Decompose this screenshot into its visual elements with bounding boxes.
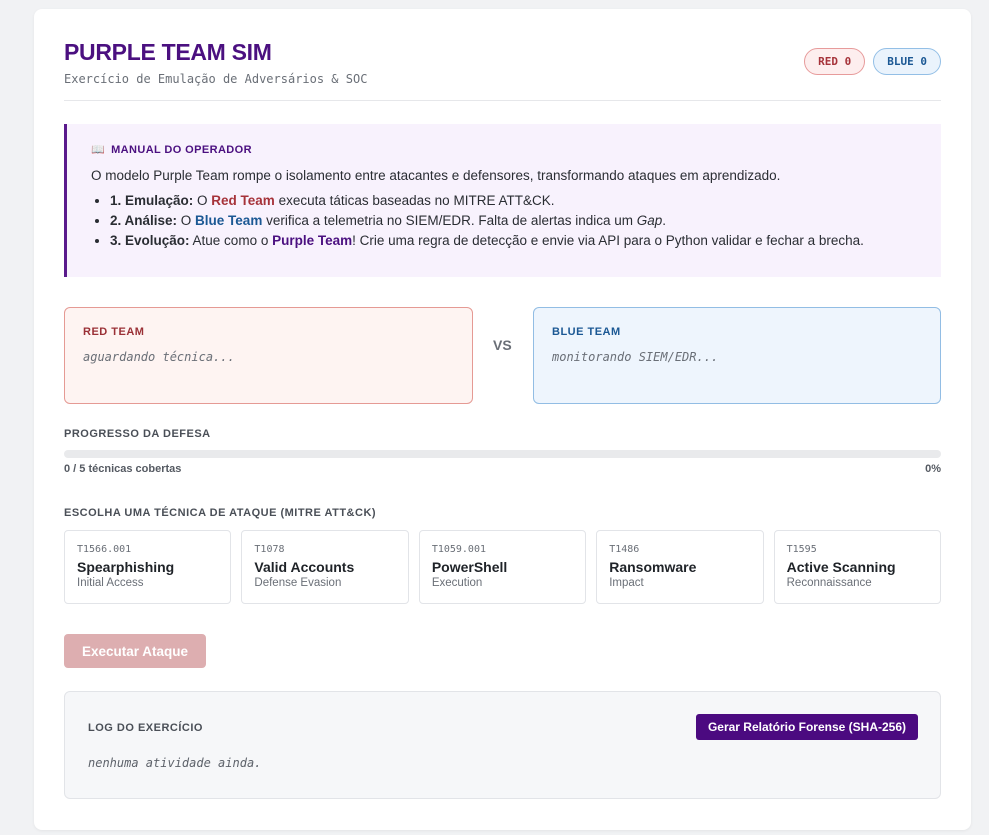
log-empty-message: nenhuma atividade ainda. (88, 756, 262, 770)
technique-name: Spearphishing (77, 559, 175, 575)
versus-label: VS (493, 337, 512, 353)
manual-title: MANUAL DO OPERADOR (111, 143, 252, 156)
technique-card[interactable]: T1566.001 Spearphishing Initial Access (64, 530, 232, 604)
manual-step-evolution: 3. Evolução: Atue como o Purple Team! Cr… (110, 233, 919, 248)
technique-name: Valid Accounts (254, 559, 355, 575)
blue-team-status: monitorando SIEM/EDR... (552, 350, 719, 364)
step-lead: 1. Emulação: (110, 193, 194, 208)
technique-list: T1566.001 Spearphishing Initial Access T… (64, 530, 942, 604)
step-text: ! Crie uma regra de detecção e envie via… (352, 233, 864, 248)
technique-tactic: Reconnaissance (786, 577, 872, 589)
page-header: PURPLE TEAM SIM Exercício de Emulação de… (64, 39, 941, 101)
generate-report-button[interactable]: Gerar Relatório Forense (SHA-256) (695, 714, 918, 740)
technique-card[interactable]: T1078 Valid Accounts Defense Evasion (241, 530, 409, 604)
technique-card[interactable]: T1595 Active Scanning Reconnaissance (773, 530, 942, 604)
exercise-log: LOG DO EXERCÍCIO Gerar Relatório Forense… (64, 691, 941, 799)
step-team: Blue Team (195, 213, 263, 228)
red-team-panel: RED TEAM aguardando técnica... (64, 307, 473, 404)
blue-score-badge: BLUE 0 (873, 48, 941, 75)
step-text: O (193, 193, 212, 208)
technique-card[interactable]: T1059.001 PowerShell Execution (418, 530, 587, 604)
manual-step-analysis: 2. Análise: O Blue Team verifica a telem… (110, 213, 919, 228)
book-icon: 📖 (91, 144, 106, 156)
blue-team-panel: BLUE TEAM monitorando SIEM/EDR... (533, 307, 941, 404)
technique-tactic: Initial Access (77, 577, 144, 589)
technique-tactic: Impact (609, 577, 644, 589)
technique-id: T1595 (786, 544, 817, 555)
technique-id: T1078 (254, 544, 285, 555)
operator-manual: 📖 MANUAL DO OPERADOR O modelo Purple Tea… (64, 124, 941, 277)
step-text: Atue como o (189, 233, 273, 248)
blue-team-label: BLUE TEAM (552, 326, 621, 338)
red-score-badge: RED 0 (804, 48, 866, 75)
step-text: . (662, 213, 667, 228)
technique-name: Active Scanning (786, 559, 896, 575)
step-lead: 3. Evolução: (110, 233, 190, 248)
technique-name: PowerShell (431, 559, 508, 575)
red-team-status: aguardando técnica... (83, 350, 235, 364)
technique-tactic: Execution (431, 577, 483, 589)
progress-count: 0 / 5 técnicas cobertas (64, 463, 182, 475)
manual-step-emulation: 1. Emulação: O Red Team executa táticas … (110, 193, 919, 208)
score-badges: RED 0 BLUE 0 (804, 48, 941, 75)
technique-card[interactable]: T1486 Ransomware Impact (596, 530, 764, 604)
technique-id: T1566.001 (77, 544, 132, 555)
technique-tactic: Defense Evasion (254, 577, 342, 589)
progress-percent: 0% (925, 463, 941, 475)
progress-label: PROGRESSO DA DEFESA (64, 428, 211, 440)
manual-heading: 📖 MANUAL DO OPERADOR (91, 143, 919, 157)
step-text: O (177, 213, 196, 228)
step-team: Red Team (211, 193, 275, 208)
log-title: LOG DO EXERCÍCIO (88, 722, 203, 734)
defense-progress-bar (64, 450, 941, 458)
technique-name: Ransomware (609, 559, 697, 575)
step-lead: 2. Análise: (110, 213, 178, 228)
execute-attack-button[interactable]: Executar Ataque (64, 634, 206, 668)
step-text: verifica a telemetria no SIEM/EDR. Falta… (262, 213, 637, 228)
manual-intro: O modelo Purple Team rompe o isolamento … (91, 168, 781, 183)
step-text: executa táticas baseadas no MITRE ATT&CK… (274, 193, 555, 208)
technique-id: T1486 (609, 544, 640, 555)
step-emphasis: Gap (636, 213, 663, 228)
red-team-label: RED TEAM (83, 326, 145, 338)
step-team: Purple Team (272, 233, 353, 248)
technique-id: T1059.001 (431, 544, 486, 555)
manual-steps: 1. Emulação: O Red Team executa táticas … (91, 193, 919, 248)
main-card: PURPLE TEAM SIM Exercício de Emulação de… (34, 9, 971, 830)
progress-info: 0 / 5 técnicas cobertas 0% (64, 463, 941, 475)
techniques-label: ESCOLHA UMA TÉCNICA DE ATAQUE (MITRE ATT… (64, 507, 377, 519)
